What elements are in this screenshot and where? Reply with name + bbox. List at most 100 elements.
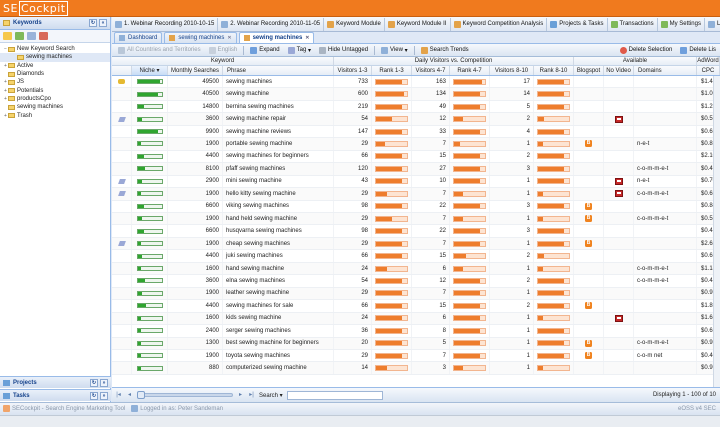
nav-link[interactable]: Logo bbox=[705, 18, 720, 31]
domains-cell[interactable]: c-o-m net bbox=[634, 349, 697, 362]
col-visitors-1-3[interactable]: Visitors 1-3 bbox=[334, 66, 372, 75]
no-video-cell[interactable] bbox=[604, 113, 634, 125]
row-icon-cell[interactable] bbox=[112, 250, 132, 262]
table-row[interactable]: 2900 mini sewing machine 43 10 1 n-e-t $0.70 bbox=[112, 175, 720, 189]
phrase-cell[interactable]: hand sewing machine bbox=[223, 262, 334, 275]
prev-page-icon[interactable]: ◂ bbox=[126, 392, 133, 399]
blogspot-cell[interactable]: B bbox=[574, 237, 604, 250]
phrase-cell[interactable]: sewing machines for sale bbox=[223, 300, 334, 312]
table-row[interactable]: 1900 cheap sewing machines 29 7 1 B $2.62 bbox=[112, 237, 720, 251]
table-row[interactable]: 880 computerized sewing machine 14 3 1 $0.97 bbox=[112, 362, 720, 375]
col-rank-8-10[interactable]: Rank 8-10 bbox=[534, 66, 574, 75]
youtube-icon[interactable] bbox=[614, 314, 623, 322]
projects-refresh-icon[interactable]: ↻ bbox=[90, 378, 98, 387]
projects-panel-header[interactable]: Projects ↻» bbox=[0, 376, 111, 388]
new-folder-icon[interactable] bbox=[3, 32, 12, 40]
phrase-cell[interactable]: mini sewing machine bbox=[223, 175, 334, 188]
row-icon-cell[interactable] bbox=[112, 312, 132, 325]
col-monthly-searches[interactable]: Monthly Searches bbox=[168, 66, 223, 75]
phrase-cell[interactable]: cheap sewing machines bbox=[223, 237, 334, 250]
tree-node[interactable]: + Trash bbox=[0, 111, 110, 119]
row-icon-cell[interactable] bbox=[112, 188, 132, 200]
no-video-cell[interactable] bbox=[604, 188, 634, 200]
row-icon-cell[interactable] bbox=[112, 300, 132, 312]
nav-link[interactable]: My Settings bbox=[658, 17, 705, 31]
edit-icon[interactable] bbox=[27, 32, 36, 40]
row-icon-cell[interactable] bbox=[112, 337, 132, 349]
col-niche[interactable]: Niche ▾ bbox=[132, 66, 168, 75]
domains-cell[interactable]: c-o-m-m-e-t bbox=[634, 188, 697, 200]
phrase-cell[interactable]: bernina sewing machines bbox=[223, 100, 334, 113]
table-row[interactable]: 6600 husqvarna sewing machines 98 22 3 $0.45 bbox=[112, 225, 720, 238]
tab[interactable]: Dashboard bbox=[114, 32, 163, 43]
blogspot-cell[interactable]: B bbox=[574, 337, 604, 349]
add-keyword-icon[interactable] bbox=[15, 32, 24, 40]
country-filter-button[interactable]: All Countries and Territories bbox=[114, 45, 205, 56]
row-icon-cell[interactable] bbox=[112, 125, 132, 138]
table-row[interactable]: 9900 sewing machine reviews 147 33 4 $0.67 bbox=[112, 125, 720, 139]
nav-link[interactable]: 1. Webinar Recording 2010-10-15 bbox=[112, 17, 219, 31]
page-slider[interactable] bbox=[137, 391, 233, 399]
blogger-icon[interactable]: B bbox=[585, 352, 592, 360]
nav-link[interactable]: 2. Webinar Recording 2010-11-05 bbox=[218, 17, 325, 31]
row-icon-cell[interactable] bbox=[112, 138, 132, 150]
phrase-cell[interactable]: sewing machine bbox=[223, 88, 334, 100]
tree-node[interactable]: sewing machines bbox=[0, 53, 110, 62]
youtube-icon[interactable] bbox=[614, 115, 623, 123]
col-rank-4-7[interactable]: Rank 4-7 bbox=[450, 66, 490, 75]
table-row[interactable]: 4400 juki sewing machines 66 15 2 $0.67 bbox=[112, 250, 720, 263]
row-icon-cell[interactable] bbox=[112, 150, 132, 163]
refresh-icon[interactable]: ↻ bbox=[89, 19, 97, 27]
tree-node[interactable]: + productsCpo bbox=[0, 95, 110, 103]
tree-node[interactable]: + Active bbox=[0, 62, 110, 70]
row-icon-cell[interactable] bbox=[112, 212, 132, 225]
view-menu-button[interactable]: View ▾ bbox=[377, 45, 412, 56]
tasks-expand-icon[interactable]: » bbox=[100, 391, 108, 400]
table-row[interactable]: 4400 sewing machines for beginners 66 15 2 $2… bbox=[112, 150, 720, 164]
phrase-cell[interactable]: sewing machines bbox=[223, 76, 334, 88]
blogspot-cell[interactable]: B bbox=[574, 200, 604, 212]
phrase-cell[interactable]: juki sewing machines bbox=[223, 250, 334, 262]
tab[interactable]: sewing machines ✕ bbox=[238, 32, 315, 43]
row-icon-cell[interactable] bbox=[112, 275, 132, 287]
row-icon-cell[interactable] bbox=[112, 100, 132, 113]
table-row[interactable]: 3600 elna sewing machines 54 12 2 c-o-m-m-e-t… bbox=[112, 275, 720, 288]
table-row[interactable]: 40500 sewing machine 600 134 14 $1.06 bbox=[112, 88, 720, 101]
close-icon[interactable]: ✕ bbox=[305, 35, 309, 41]
phrase-cell[interactable]: husqvarna sewing machines bbox=[223, 225, 334, 237]
tasks-panel-header[interactable]: Tasks ↻» bbox=[0, 389, 111, 401]
row-icon-cell[interactable] bbox=[112, 113, 132, 125]
no-video-cell[interactable] bbox=[604, 175, 634, 188]
domains-cell[interactable]: c-o-m-m-e-t bbox=[634, 212, 697, 225]
close-icon[interactable]: ✕ bbox=[227, 35, 231, 41]
table-row[interactable]: 2400 serger sewing machines 36 8 1 $0.61 bbox=[112, 325, 720, 338]
blogger-icon[interactable]: B bbox=[585, 202, 592, 210]
phrase-cell[interactable]: pfaff sewing machines bbox=[223, 163, 334, 175]
collapse-icon[interactable]: « bbox=[99, 19, 107, 27]
nav-link[interactable]: Keyword Competition Analysis bbox=[451, 17, 548, 31]
phrase-cell[interactable]: sewing machine repair bbox=[223, 113, 334, 125]
row-icon-cell[interactable] bbox=[112, 237, 132, 250]
col-visitors-4-7[interactable]: Visitors 4-7 bbox=[412, 66, 450, 75]
table-row[interactable]: 14800 bernina sewing machines 219 49 5 $1.22 bbox=[112, 100, 720, 114]
col-rank-1-3[interactable]: Rank 1-3 bbox=[372, 66, 412, 75]
blogger-icon[interactable]: B bbox=[585, 240, 592, 248]
expand-button[interactable]: Expand bbox=[246, 45, 283, 56]
tree-node[interactable]: + Potentials bbox=[0, 86, 110, 94]
blogspot-cell[interactable]: B bbox=[574, 349, 604, 362]
blogspot-cell[interactable]: B bbox=[574, 138, 604, 150]
tree-node[interactable]: Diamonds bbox=[0, 70, 110, 78]
tasks-refresh-icon[interactable]: ↻ bbox=[90, 391, 98, 400]
row-icon-cell[interactable] bbox=[112, 163, 132, 175]
row-icon-cell[interactable] bbox=[112, 200, 132, 212]
domains-cell[interactable]: c-o-m-m-e-t bbox=[634, 163, 697, 175]
row-icon-cell[interactable] bbox=[112, 175, 132, 188]
last-page-icon[interactable]: ▸| bbox=[248, 392, 255, 399]
blogspot-cell[interactable]: B bbox=[574, 300, 604, 312]
grid-search-menu[interactable]: Search ▾ bbox=[259, 392, 283, 399]
tree-node[interactable]: + JS bbox=[0, 78, 110, 86]
nav-link[interactable]: Keyword Module bbox=[324, 17, 385, 31]
delete-icon[interactable] bbox=[39, 32, 48, 40]
table-row[interactable]: 1900 portable sewing machine 29 7 1 Bn-e-t $0.… bbox=[112, 138, 720, 151]
row-icon-cell[interactable] bbox=[112, 349, 132, 362]
